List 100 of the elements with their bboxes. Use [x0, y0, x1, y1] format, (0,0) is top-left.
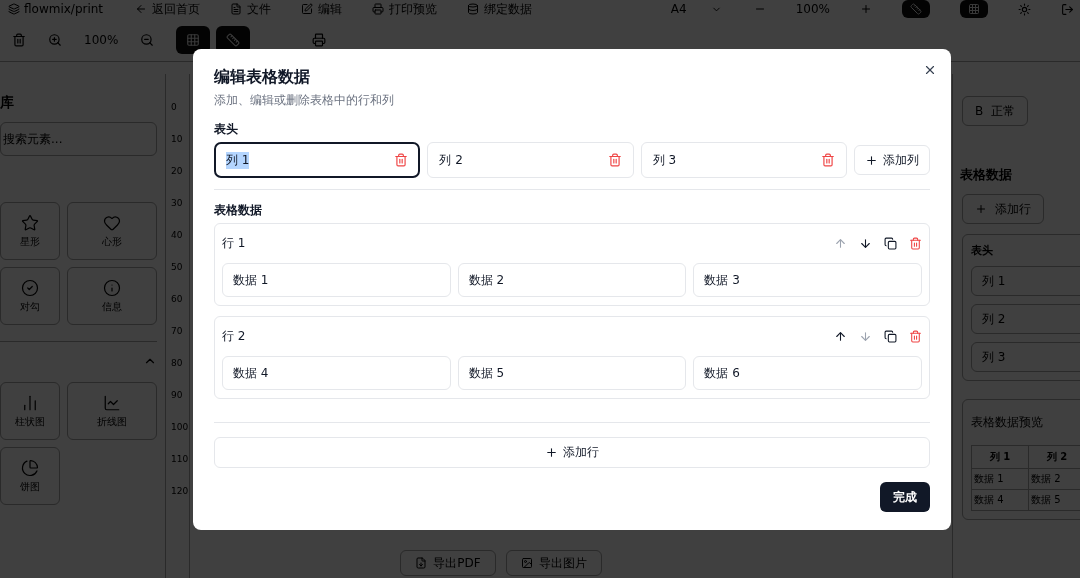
add-row-button[interactable]: 添加行 — [214, 437, 930, 469]
column-name-field[interactable]: 列 2 — [971, 304, 1080, 334]
move-up-button[interactable] — [834, 329, 847, 343]
cell-field[interactable]: 数据 6 — [693, 356, 922, 390]
header-label: 表头 — [214, 121, 239, 138]
plus-icon — [545, 446, 558, 460]
delete-column-button[interactable] — [607, 153, 622, 167]
grid-button[interactable] — [176, 25, 211, 54]
heart-icon — [103, 213, 121, 232]
plus-icon — [860, 3, 872, 15]
copy-button[interactable] — [884, 329, 897, 343]
section-title: 表格数据 — [960, 166, 1012, 184]
table-header-cell: 列 2 — [1028, 445, 1080, 469]
bar-chart-icon — [21, 393, 39, 412]
ruler-icon — [226, 32, 241, 47]
zoom-out-button[interactable] — [140, 32, 155, 47]
delete-button[interactable] — [12, 32, 26, 47]
zoom-in-button[interactable] — [48, 32, 62, 47]
cell-field[interactable]: 数据 5 — [457, 356, 687, 390]
nav-link[interactable]: 文件 — [230, 0, 272, 18]
ruler-number: 10 — [170, 134, 184, 146]
exit-button[interactable] — [1061, 2, 1074, 16]
file-icon — [230, 3, 243, 15]
sun-icon — [1018, 2, 1031, 16]
ruler-number: 70 — [170, 326, 184, 338]
zoom-in-icon — [48, 32, 62, 47]
check-circle-icon — [21, 278, 39, 297]
delete-column-button[interactable] — [821, 153, 835, 167]
close-button[interactable] — [923, 63, 937, 77]
arrow-up-icon — [834, 236, 847, 250]
print-button[interactable] — [312, 32, 327, 47]
export-button[interactable]: 导出图片 — [505, 550, 602, 576]
done-button[interactable]: 完成 — [880, 482, 930, 512]
zoom-out-icon — [140, 32, 155, 47]
ruler-number: 20 — [170, 166, 184, 178]
search-field[interactable]: 搜索元素... — [0, 122, 157, 156]
ruler-number: 100 — [170, 422, 189, 434]
printer-icon — [372, 3, 385, 15]
delete-row-button[interactable] — [909, 329, 922, 343]
info-icon — [103, 278, 121, 297]
copy-icon — [884, 329, 897, 343]
move-down-button[interactable] — [859, 236, 872, 250]
column-name-field[interactable]: 列 1 — [971, 266, 1080, 296]
row-label: 行 2 — [222, 327, 247, 345]
copy-button[interactable] — [884, 236, 897, 250]
star-icon — [21, 213, 39, 232]
copy-icon — [884, 236, 897, 250]
file-download-icon — [415, 557, 428, 569]
cell-field[interactable]: 数据 2 — [457, 263, 687, 297]
plus-icon — [865, 153, 878, 167]
table-header-cell: 列 1 — [971, 445, 1029, 469]
ruler-number: 50 — [170, 262, 184, 274]
grid-icon — [968, 3, 980, 15]
ruler-number: 120 — [170, 486, 189, 498]
column-name-field[interactable]: 列 3 — [640, 142, 847, 178]
column-name-field[interactable]: 列 2 — [427, 142, 634, 178]
line-chart-icon — [103, 393, 121, 412]
pen-icon — [301, 3, 314, 15]
app-title[interactable]: flowmix/print — [6, 0, 106, 18]
add-column-button[interactable]: 添加列 — [854, 145, 930, 175]
close-icon — [923, 63, 937, 77]
dialog-title: 编辑表格数据 — [214, 67, 311, 88]
section-label: 表格数据 — [214, 202, 263, 219]
paper-size-select[interactable]: A4 — [668, 0, 724, 18]
row-label: 行 1 — [222, 234, 247, 252]
delete-column-button[interactable] — [394, 153, 409, 167]
trash-icon — [909, 236, 922, 250]
image-icon — [520, 557, 533, 569]
ruler-number: 30 — [170, 198, 184, 210]
arrow-up-icon — [834, 329, 847, 343]
grid-icon — [186, 32, 201, 47]
pie-chart-icon — [21, 458, 39, 477]
column-name-field[interactable]: 列 3 — [971, 342, 1080, 372]
trash-icon — [607, 153, 622, 167]
add-row-button[interactable]: 添加行 — [962, 194, 1044, 224]
trash-icon — [12, 32, 26, 47]
trash-icon — [909, 329, 922, 343]
header-label: 表头 — [971, 243, 994, 258]
printer-icon — [312, 32, 327, 47]
cell-field[interactable]: 数据 3 — [693, 263, 922, 297]
ruler-number: 90 — [170, 390, 184, 402]
arrow-left-icon — [135, 3, 148, 15]
column-name-field[interactable]: 列 1 — [214, 142, 421, 178]
ruler-number: 40 — [170, 230, 184, 242]
export-button[interactable]: 导出PDF — [400, 550, 496, 576]
cell-field[interactable]: 数据 1 — [222, 263, 451, 297]
zoom-in-button[interactable] — [860, 3, 872, 15]
ruler-icon — [910, 3, 922, 15]
theme-button[interactable] — [1018, 2, 1031, 16]
ruler-number: 110 — [170, 454, 189, 466]
exit-icon — [1061, 2, 1074, 16]
delete-row-button[interactable] — [909, 236, 922, 250]
trash-icon — [394, 153, 409, 167]
zoom-level: 100% — [84, 32, 119, 47]
database-icon — [467, 3, 480, 15]
library-title: 库 — [0, 94, 15, 112]
dialog-subtitle: 添加、编辑或删除表格中的行和列 — [214, 92, 395, 109]
cell-field[interactable]: 数据 4 — [222, 356, 451, 390]
zoom-level: 100% — [795, 2, 830, 16]
plus-icon — [975, 203, 987, 215]
